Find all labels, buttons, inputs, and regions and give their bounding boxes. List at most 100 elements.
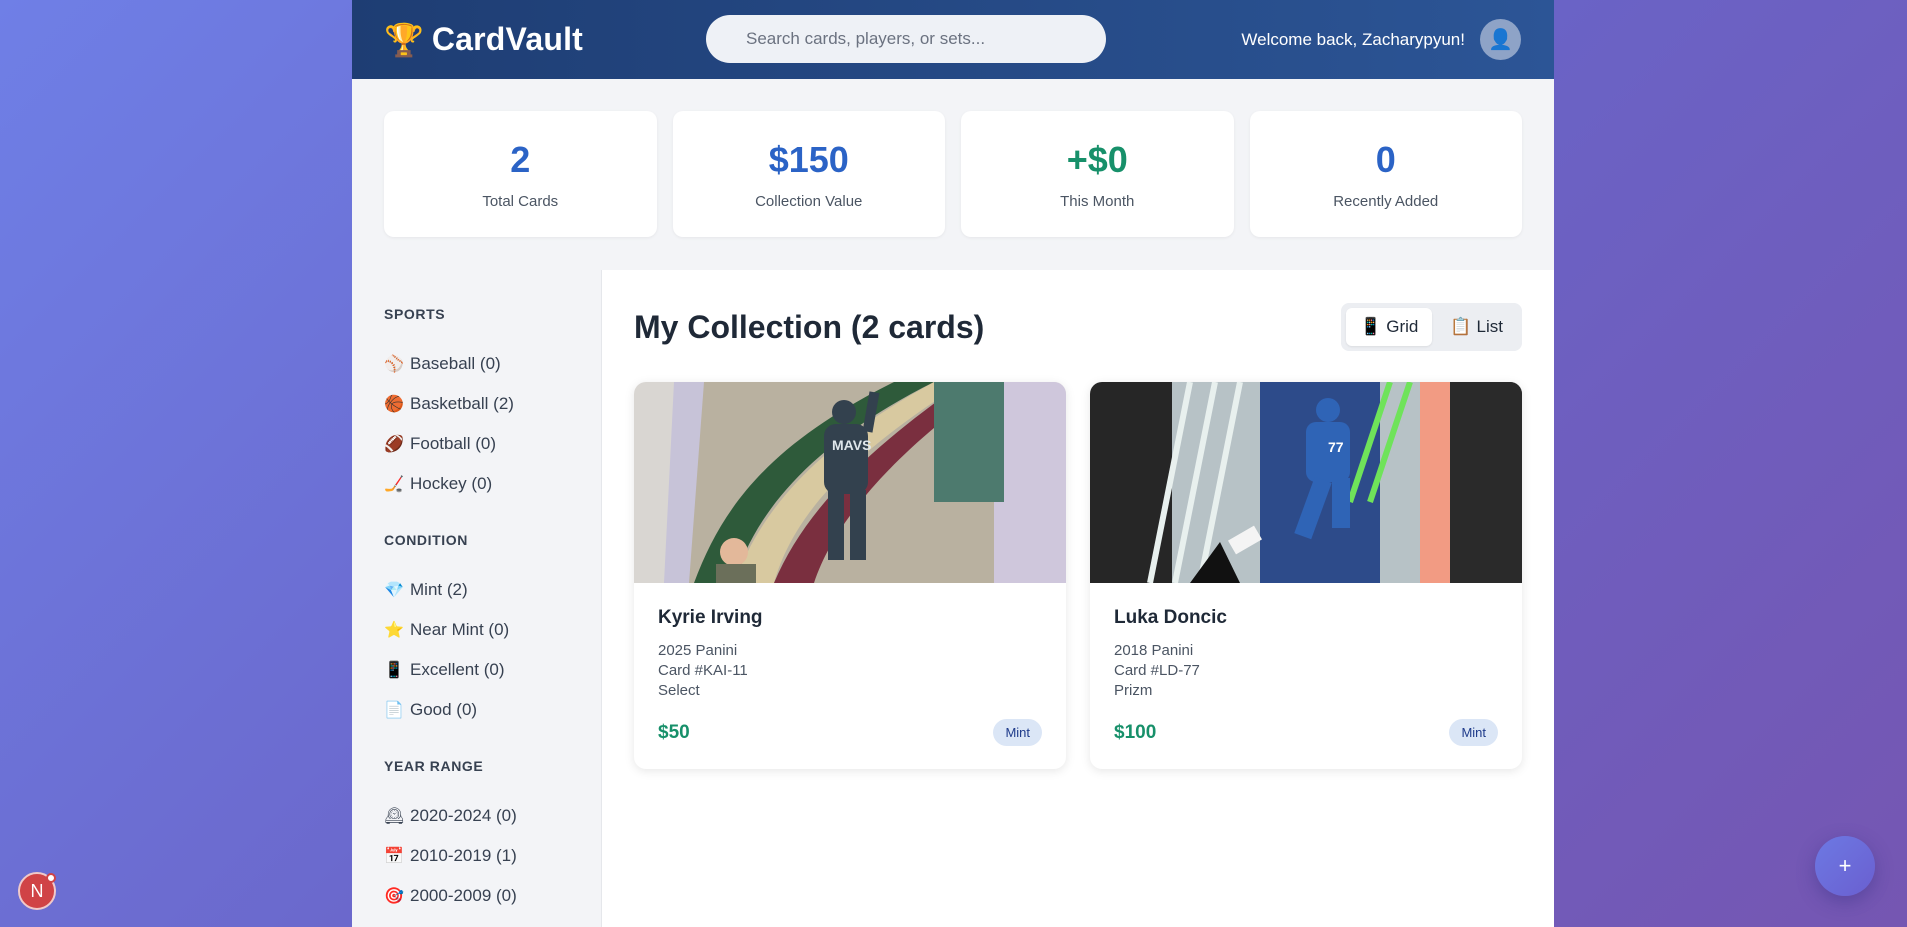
card-meta: 2025 Panini Card #KAI-11 Select — [658, 641, 1042, 701]
filter-label: Hockey (0) — [410, 474, 493, 493]
section-title: CONDITION — [384, 532, 468, 548]
luka-card-photo: 77 — [1090, 382, 1522, 583]
add-card-button[interactable]: + — [1815, 836, 1875, 896]
clock-icon: 🕰 — [384, 808, 405, 825]
svg-text:77: 77 — [1328, 439, 1344, 455]
card-price: $100 — [1114, 721, 1157, 743]
top-header: 🏆 CardVault Welcome back, Zacharypyun! 👤 — [352, 0, 1554, 79]
card-body: Luka Doncic 2018 Panini Card #LD-77 Priz… — [1090, 583, 1522, 769]
user-area: Welcome back, Zacharypyun! 👤 — [1241, 19, 1521, 60]
filter-excellent[interactable]: 📱 Excellent (0) — [384, 650, 601, 690]
star-icon: ⭐ — [384, 622, 404, 639]
avatar[interactable]: 👤 — [1480, 19, 1521, 60]
stat-value: +$0 — [1066, 138, 1128, 180]
notification-dot — [46, 873, 56, 883]
page-icon: 📄 — [384, 702, 404, 719]
condition-badge: Mint — [993, 719, 1042, 746]
filter-label: Good (0) — [410, 700, 478, 719]
page-title: My Collection (2 cards) — [634, 308, 985, 345]
filter-label: Basketball (2) — [410, 394, 514, 413]
sports-section: SPORTS ⚾ Baseball (0) 🏀 Basketball (2) 🏈 Fo… — [384, 306, 601, 504]
stat-label: Total Cards — [482, 192, 559, 210]
card-year-brand: 2018 Panini — [1114, 642, 1194, 659]
card-footer: $50 Mint — [658, 719, 1042, 746]
filter-good[interactable]: 📄 Good (0) — [384, 690, 601, 730]
section-title: YEAR RANGE — [384, 758, 484, 774]
list-view-button[interactable]: 📋 List — [1436, 308, 1517, 346]
stat-total-cards: 2 Total Cards — [384, 111, 657, 237]
filter-basketball[interactable]: 🏀 Basketball (2) — [384, 384, 601, 424]
list-label: List — [1476, 317, 1503, 336]
condition-section: CONDITION 💎 Mint (2) ⭐ Near Mint (0) 📱 Exce… — [384, 532, 601, 730]
football-icon: 🏈 — [384, 436, 404, 453]
card-set: Prizm — [1114, 682, 1153, 699]
filter-label: 2010-2019 (1) — [410, 846, 517, 865]
svg-text:MAVS: MAVS — [832, 437, 871, 453]
filter-label: Baseball (0) — [410, 354, 501, 373]
stat-value: 0 — [1375, 138, 1396, 180]
list-icon: 📋 — [1450, 317, 1472, 336]
stat-label: This Month — [1060, 192, 1135, 210]
content-area: SPORTS ⚾ Baseball (0) 🏀 Basketball (2) 🏈 Fo… — [352, 270, 1554, 927]
section-title: SPORTS — [384, 306, 446, 322]
plus-icon: + — [1838, 853, 1852, 878]
card-image[interactable]: MAVS — [634, 382, 1066, 583]
app-window: 🏆 CardVault Welcome back, Zacharypyun! 👤… — [352, 0, 1554, 927]
notification-letter: N — [30, 880, 44, 901]
card-item[interactable]: MAVS Kyrie Irving 2025 Panini Card #KAI-… — [634, 382, 1066, 769]
filter-baseball[interactable]: ⚾ Baseball (0) — [384, 344, 601, 384]
filter-label: Football (0) — [410, 434, 496, 453]
trophy-icon: 🏆 — [384, 21, 424, 58]
filter-2010-2019[interactable]: 📅 2010-2019 (1) — [384, 836, 601, 876]
filter-near-mint[interactable]: ⭐ Near Mint (0) — [384, 610, 601, 650]
card-player-name: Kyrie Irving — [658, 607, 763, 628]
card-grid: MAVS Kyrie Irving 2025 Panini Card #KAI-… — [634, 382, 1522, 769]
basketball-icon: 🏀 — [384, 396, 404, 413]
card-meta: 2018 Panini Card #LD-77 Prizm — [1114, 641, 1498, 701]
filter-label: Near Mint (0) — [410, 620, 510, 639]
card-number: Card #KAI-11 — [658, 662, 748, 679]
stat-value: 2 — [510, 138, 531, 180]
calendar-icon: 📅 — [384, 848, 404, 865]
stat-value: $150 — [768, 138, 849, 180]
stat-label: Collection Value — [755, 192, 863, 210]
grid-label: Grid — [1386, 317, 1419, 336]
grid-icon: 📱 — [1360, 317, 1382, 336]
card-set: Select — [658, 682, 700, 699]
card-player-name: Luka Doncic — [1114, 607, 1227, 628]
filter-label: Mint (2) — [410, 580, 468, 599]
welcome-text: Welcome back, Zacharypyun! — [1241, 29, 1465, 49]
stat-this-month: +$0 This Month — [961, 111, 1234, 237]
filter-football[interactable]: 🏈 Football (0) — [384, 424, 601, 464]
filter-label: 2000-2009 (0) — [410, 886, 517, 905]
brand-logo[interactable]: 🏆 CardVault — [384, 21, 583, 58]
gem-icon: 💎 — [384, 582, 404, 599]
card-image[interactable]: 77 — [1090, 382, 1522, 583]
filter-2000-2009[interactable]: 🎯 2000-2009 (0) — [384, 876, 601, 916]
year-range-section: YEAR RANGE 🕰 2020-2024 (0) 📅 2010-2019 (1)… — [384, 758, 601, 916]
phone-icon: 📱 — [384, 662, 404, 679]
condition-badge: Mint — [1449, 719, 1498, 746]
stat-recently-added: 0 Recently Added — [1249, 111, 1522, 237]
card-footer: $100 Mint — [1114, 719, 1498, 746]
filter-hockey[interactable]: 🏒 Hockey (0) — [384, 464, 601, 504]
card-item[interactable]: 77 Luka Doncic 2018 Panini Card #LD-77 P… — [1090, 382, 1522, 769]
search-input[interactable] — [706, 15, 1106, 63]
stat-collection-value: $150 Collection Value — [672, 111, 945, 237]
kyrie-card-photo: MAVS — [634, 382, 1066, 583]
brand-name: CardVault — [431, 21, 584, 57]
stats-bar: 2 Total Cards $150 Collection Value +$0 … — [352, 79, 1554, 270]
user-icon: 👤 — [1488, 29, 1513, 51]
stat-label: Recently Added — [1333, 192, 1439, 210]
hockey-icon: 🏒 — [384, 476, 404, 493]
target-icon: 🎯 — [384, 888, 404, 905]
filter-2020-2024[interactable]: 🕰 2020-2024 (0) — [384, 796, 601, 836]
filter-label: 2020-2024 (0) — [410, 806, 517, 825]
view-toggle: 📱 Grid 📋 List — [1341, 303, 1522, 351]
filter-mint[interactable]: 💎 Mint (2) — [384, 570, 601, 610]
card-body: Kyrie Irving 2025 Panini Card #KAI-11 Se… — [634, 583, 1066, 769]
grid-view-button[interactable]: 📱 Grid — [1346, 308, 1433, 346]
card-year-brand: 2025 Panini — [658, 642, 738, 659]
baseball-icon: ⚾ — [384, 356, 404, 373]
filter-label: Excellent (0) — [410, 660, 505, 679]
